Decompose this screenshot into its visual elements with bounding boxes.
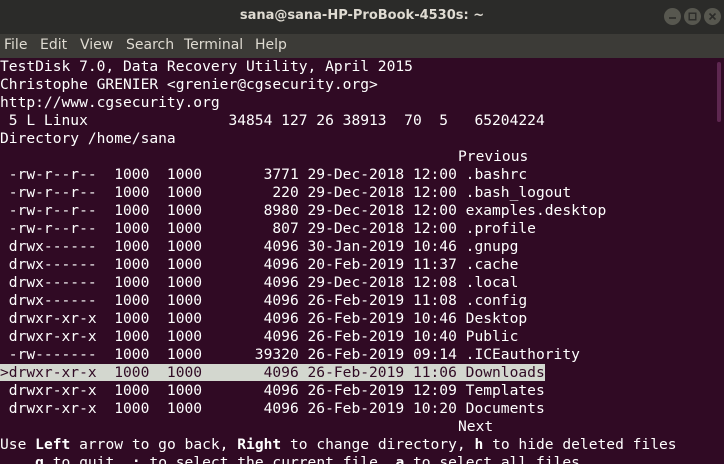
minimize-icon[interactable] (664, 8, 681, 25)
header-line: http://www.cgsecurity.org (0, 94, 220, 111)
file-row[interactable]: -rw-r--r-- 1000 1000 3771 29-Dec-2018 12… (0, 166, 527, 184)
file-row[interactable]: -rw-r--r-- 1000 1000 8980 29-Dec-2018 12… (0, 202, 606, 220)
help-key: Left (35, 436, 71, 453)
file-row-text: drwxr-xr-x 1000 1000 4096 26-Feb-2019 10… (0, 310, 528, 327)
header-line: Christophe GRENIER <grenier@cgsecurity.o… (0, 76, 378, 93)
menu-terminal[interactable]: Terminal (184, 37, 243, 53)
directory-line: Directory /home/sana (0, 130, 176, 147)
file-row-text: drwxr-xr-x 1000 1000 4096 26-Feb-2019 12… (0, 382, 545, 399)
file-row-text: >drwxr-xr-x 1000 1000 4096 26-Feb-2019 1… (0, 364, 545, 381)
help-key: h (474, 436, 484, 453)
menu-edit[interactable]: Edit (40, 37, 67, 53)
menu-view[interactable]: View (80, 37, 113, 53)
file-row[interactable]: -rw------- 1000 1000 39320 26-Feb-2019 0… (0, 346, 580, 364)
file-row[interactable]: drwxr-xr-x 1000 1000 4096 26-Feb-2019 12… (0, 382, 545, 400)
help-line-1: Use Left arrow to go back, Right to chan… (0, 436, 677, 454)
file-row[interactable]: drwx------ 1000 1000 4096 20-Feb-2019 11… (0, 256, 519, 274)
scrollbar[interactable] (714, 58, 724, 464)
file-row-text: -rw-r--r-- 1000 1000 8980 29-Dec-2018 12… (0, 202, 607, 219)
file-row-text: -rw-r--r-- 1000 1000 3771 29-Dec-2018 12… (0, 166, 528, 183)
terminal-window: sana@sana-HP-ProBook-4530s: ~ File Edit … (0, 0, 724, 464)
file-row-text: -rw------- 1000 1000 39320 26-Feb-2019 0… (0, 346, 580, 363)
file-row-text: -rw-r--r-- 1000 1000 220 29-Dec-2018 12:… (0, 184, 572, 201)
partition-line: 5 L Linux 34854 127 26 38913 70 5 652042… (0, 112, 545, 129)
help-key: : (131, 454, 141, 464)
file-row[interactable]: drwxr-xr-x 1000 1000 4096 26-Feb-2019 10… (0, 400, 545, 418)
help-line-2: q to quit, : to select the current file,… (0, 454, 580, 464)
next-label: Next (458, 418, 494, 435)
file-row-text: drwxr-xr-x 1000 1000 4096 26-Feb-2019 10… (0, 400, 545, 417)
file-row[interactable]: -rw-r--r-- 1000 1000 807 29-Dec-2018 12:… (0, 220, 536, 238)
menu-file[interactable]: File (4, 37, 27, 53)
file-row[interactable]: drwx------ 1000 1000 4096 30-Jan-2019 10… (0, 238, 519, 256)
help-text: to quit, (43, 454, 132, 464)
menu-bar: File Edit View Search Terminal Help (0, 34, 724, 58)
file-row-text: drwx------ 1000 1000 4096 30-Jan-2019 10… (0, 238, 519, 255)
help-text (0, 454, 35, 464)
help-text: arrow to go back, (70, 436, 238, 453)
previous-label: Previous (458, 148, 529, 165)
menu-help[interactable]: Help (255, 37, 287, 53)
scrollbar-thumb[interactable] (717, 62, 721, 122)
help-text: to hide deleted files (483, 436, 677, 453)
file-row-text: drwx------ 1000 1000 4096 29-Dec-2018 12… (0, 274, 519, 291)
file-row[interactable]: drwxr-xr-x 1000 1000 4096 26-Feb-2019 10… (0, 328, 519, 346)
menu-search[interactable]: Search (126, 37, 174, 53)
help-text: to change directory, (281, 436, 475, 453)
help-key: Right (237, 436, 282, 453)
help-key: q (35, 454, 44, 464)
help-key: a (395, 454, 405, 464)
file-row-text: -rw-r--r-- 1000 1000 807 29-Dec-2018 12:… (0, 220, 536, 237)
close-icon[interactable] (704, 8, 721, 25)
terminal-content[interactable]: TestDisk 7.0, Data Recovery Utility, Apr… (0, 58, 714, 464)
file-row[interactable]: drwx------ 1000 1000 4096 29-Dec-2018 12… (0, 274, 519, 292)
help-text: to select all files (404, 454, 580, 464)
window-title: sana@sana-HP-ProBook-4530s: ~ (239, 8, 485, 23)
maximize-icon[interactable] (684, 8, 701, 25)
file-row-text: drwxr-xr-x 1000 1000 4096 26-Feb-2019 10… (0, 328, 519, 345)
title-bar[interactable]: sana@sana-HP-ProBook-4530s: ~ (0, 0, 724, 35)
file-row-text: drwx------ 1000 1000 4096 26-Feb-2019 11… (0, 292, 528, 309)
file-row[interactable]: >drwxr-xr-x 1000 1000 4096 26-Feb-2019 1… (0, 364, 545, 382)
header-line: TestDisk 7.0, Data Recovery Utility, Apr… (0, 58, 413, 75)
file-row[interactable]: -rw-r--r-- 1000 1000 220 29-Dec-2018 12:… (0, 184, 571, 202)
file-row[interactable]: drwx------ 1000 1000 4096 26-Feb-2019 11… (0, 292, 527, 310)
help-text: Use (0, 436, 36, 453)
file-row[interactable]: drwxr-xr-x 1000 1000 4096 26-Feb-2019 10… (0, 310, 527, 328)
help-text: to select the current file, (140, 454, 396, 464)
file-row-text: drwx------ 1000 1000 4096 20-Feb-2019 11… (0, 256, 519, 273)
